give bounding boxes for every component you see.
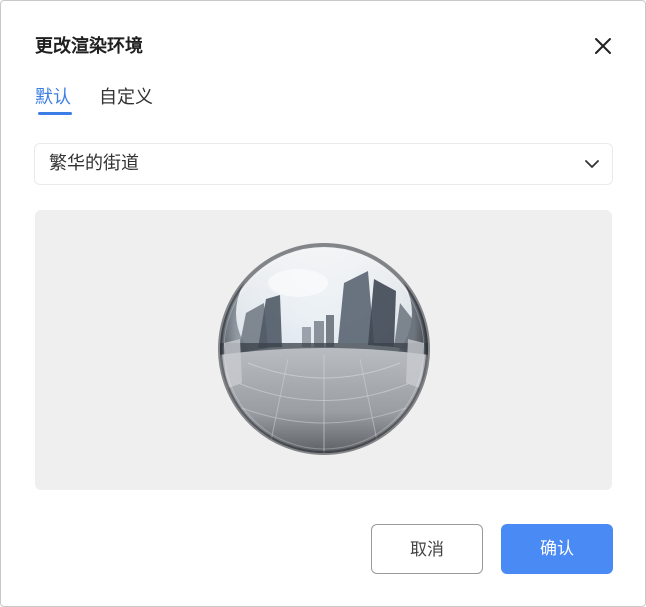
chrome-sphere-image [218,243,430,455]
environment-select[interactable]: 繁华的街道 [34,143,613,185]
render-environment-dialog: 更改渲染环境 默认 自定义 繁华的街道 取消 确认 [0,0,646,607]
close-icon[interactable] [589,32,617,60]
tab-custom[interactable]: 自定义 [99,85,153,111]
active-tab-indicator [38,112,72,115]
confirm-button[interactable]: 确认 [501,524,613,574]
tab-default[interactable]: 默认 [35,85,71,111]
environment-select-value: 繁华的街道 [49,153,139,174]
cancel-button[interactable]: 取消 [371,524,483,574]
environment-preview [35,210,612,490]
dialog-title: 更改渲染环境 [35,36,143,57]
chevron-down-icon [585,160,599,168]
